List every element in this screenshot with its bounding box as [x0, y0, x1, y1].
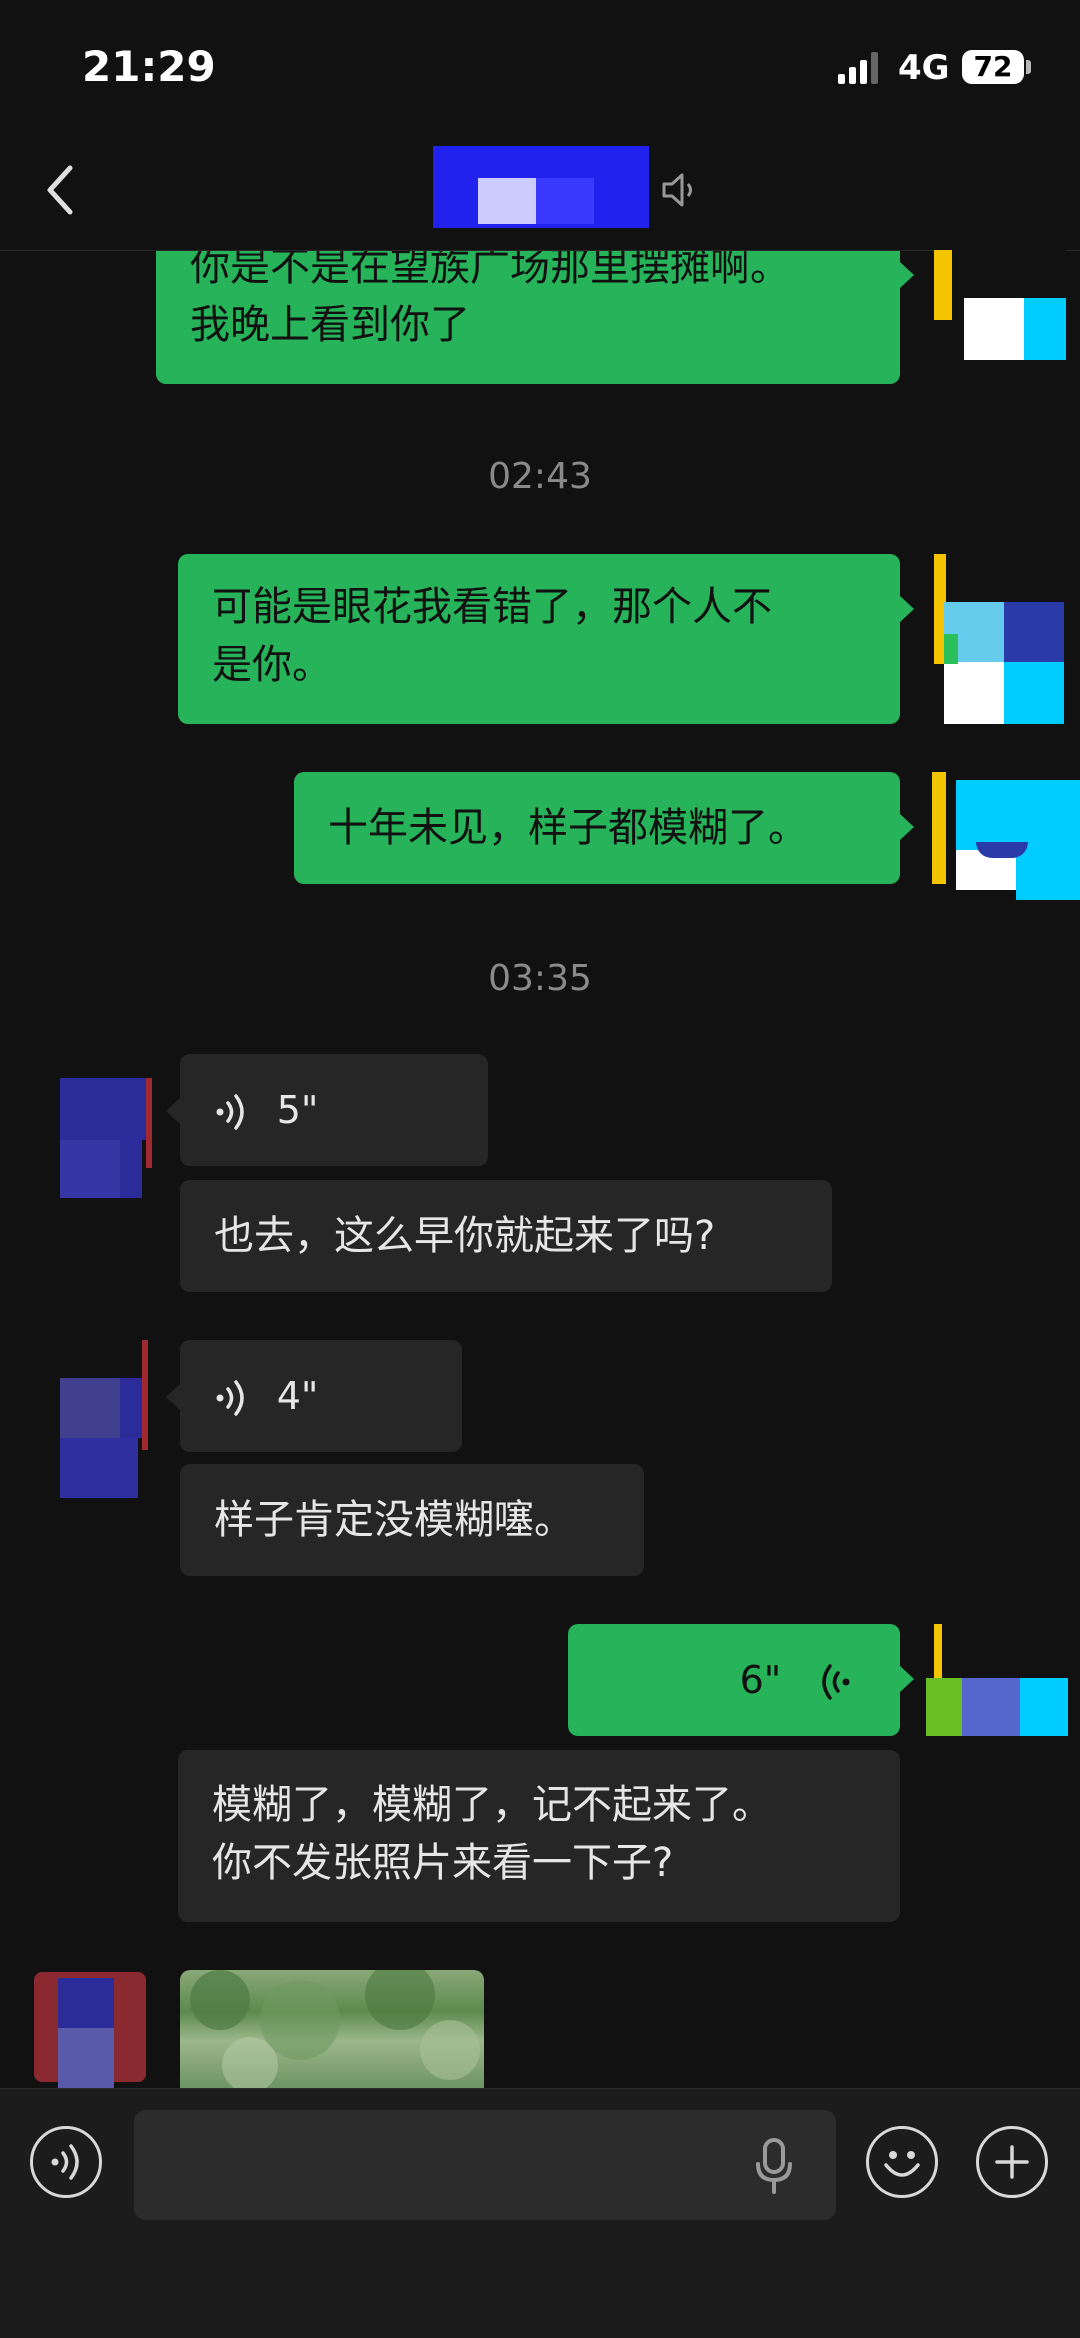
- message-text: 样子肯定没模糊噻。: [214, 1497, 574, 1543]
- bubble-tail: [900, 596, 914, 622]
- my-avatar[interactable]: [934, 230, 1066, 360]
- mic-icon[interactable]: [752, 2136, 796, 2196]
- voice-icon: [216, 1094, 244, 1130]
- title-redaction: [433, 146, 649, 228]
- bubble-tail: [900, 262, 914, 288]
- message-text-line: 我晚上看到你了: [190, 302, 470, 348]
- network-type: 4G: [898, 48, 950, 88]
- incoming-message[interactable]: 也去，这么早你就起来了吗?: [180, 1180, 832, 1292]
- timestamp: 02:43: [488, 456, 592, 497]
- contact-avatar[interactable]: [60, 1340, 148, 1498]
- outgoing-message[interactable]: 十年未见，样子都模糊了。: [294, 772, 900, 884]
- voice-message[interactable]: 4": [180, 1340, 462, 1452]
- incoming-message[interactable]: 样子肯定没模糊噻。: [180, 1464, 644, 1576]
- voice-icon: [51, 2144, 79, 2180]
- battery-indicator: 72: [962, 50, 1024, 84]
- bubble-tail: [166, 1098, 180, 1124]
- my-avatar[interactable]: [934, 554, 1080, 724]
- battery-tip: [1026, 60, 1031, 74]
- signal-icon: [838, 52, 878, 84]
- message-text: 也去，这么早你就起来了吗?: [214, 1213, 716, 1259]
- contact-avatar[interactable]: [60, 1078, 152, 1198]
- mute-icon: [662, 173, 692, 207]
- message-text-line: 是你。: [212, 642, 332, 688]
- back-icon[interactable]: [40, 160, 84, 220]
- incoming-message[interactable]: 模糊了，模糊了，记不起来了。 你不发张照片来看一下子?: [178, 1750, 900, 1922]
- image-message[interactable]: [180, 1970, 484, 2088]
- outgoing-message[interactable]: 可能是眼花我看错了，那个人不 是你。: [178, 554, 900, 724]
- message-text-line: 模糊了，模糊了，记不起来了。: [212, 1782, 772, 1828]
- voice-duration: 5": [276, 1088, 319, 1132]
- emoji-icon: [884, 2151, 920, 2177]
- voice-message[interactable]: 6": [568, 1624, 900, 1736]
- voice-toggle-button[interactable]: [30, 2126, 102, 2198]
- voice-duration: 4": [276, 1374, 319, 1418]
- voice-icon: [822, 1664, 850, 1700]
- emoji-button[interactable]: [866, 2126, 938, 2198]
- bubble-tail: [166, 1384, 180, 1410]
- photo-foliage: [190, 1970, 480, 2088]
- status-time: 21:29: [82, 42, 216, 91]
- message-text-line: 可能是眼花我看错了，那个人不: [212, 584, 772, 630]
- outgoing-message[interactable]: 你是不是在望族广场那里摆摊啊。 我晚上看到你了: [156, 234, 900, 384]
- my-avatar[interactable]: [926, 1624, 1080, 1736]
- voice-message[interactable]: 5": [180, 1054, 488, 1166]
- bubble-tail: [900, 814, 914, 840]
- my-avatar[interactable]: [932, 772, 1080, 900]
- message-input[interactable]: [134, 2110, 836, 2220]
- more-button[interactable]: [976, 2126, 1048, 2198]
- voice-duration: 6": [739, 1658, 782, 1702]
- voice-icon: [216, 1380, 244, 1416]
- message-text-line: 你不发张照片来看一下子?: [212, 1840, 674, 1886]
- timestamp: 03:35: [488, 958, 592, 999]
- bubble-tail: [900, 1666, 914, 1692]
- contact-avatar[interactable]: [34, 1972, 146, 2088]
- message-text: 十年未见，样子都模糊了。: [328, 805, 808, 851]
- plus-icon: [995, 2145, 1029, 2179]
